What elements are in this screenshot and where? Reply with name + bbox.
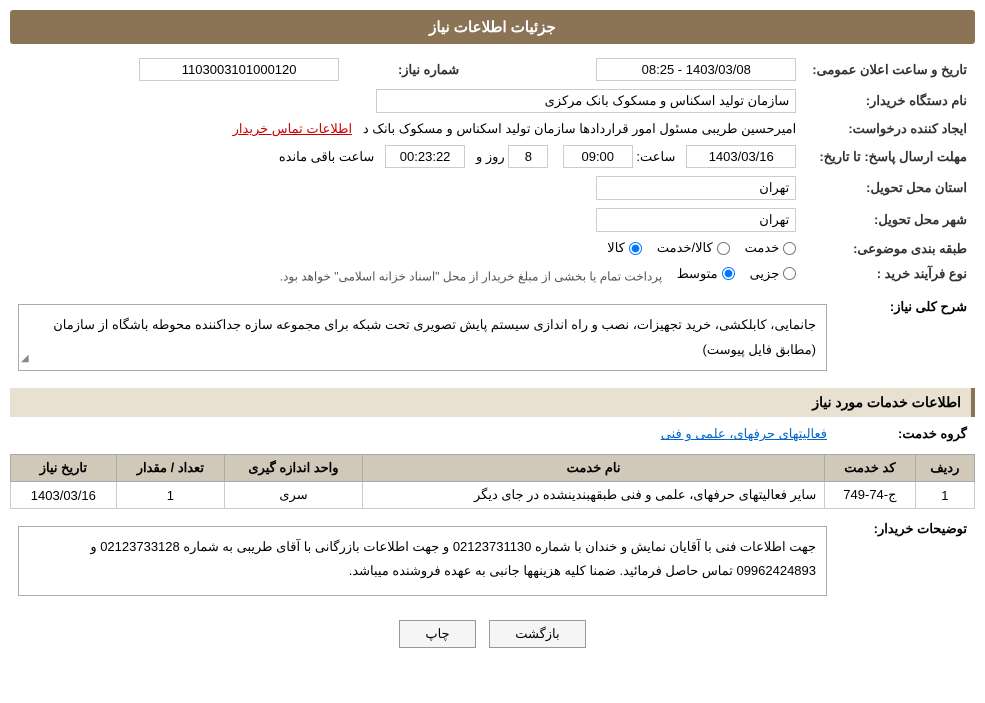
purchase-type-cell: جزیی متوسط پرداخت تمام یا بخشی از مبلغ خ… [10, 262, 804, 288]
announce-label: تاریخ و ساعت اعلان عمومی: [804, 54, 975, 85]
buyer-org-cell: سازمان تولید اسکناس و مسکوک بانک مرکزی [10, 85, 804, 117]
announce-date: 1403/03/08 - 08:25 [596, 58, 796, 81]
purchase-option-medium[interactable]: متوسط [677, 266, 735, 282]
deadline-days-label: روز و [476, 149, 505, 164]
category-label-service: خدمت [745, 240, 780, 256]
need-desc-text: جانمایی، کابلکشی، خرید تجهیزات، نصب و را… [18, 304, 827, 371]
deadline-cell: 1403/03/16 ساعت: 09:00 8 روز و 00:23:22 … [10, 141, 804, 172]
purchase-label-partial: جزیی [750, 266, 780, 282]
need-desc-label: شرح کلی نیاز: [835, 295, 975, 380]
need-number-cell: 1103003101000120 [10, 54, 347, 85]
services-section-title: اطلاعات خدمات مورد نیاز [10, 388, 975, 417]
category-label-goods: کالا [607, 240, 625, 256]
purchase-radio-group: جزیی متوسط [677, 266, 797, 282]
services-table: ردیف کد خدمت نام خدمت واحد اندازه گیری ت… [10, 454, 975, 509]
cell-rownum: 1 [915, 482, 974, 509]
purchase-label-medium: متوسط [677, 266, 718, 282]
table-row: 1 ج-74-749 سایر فعالیتهای حرفهای، علمی و… [11, 482, 975, 509]
col-header-code: کد خدمت [825, 455, 915, 482]
deadline-date: 1403/03/16 [686, 145, 796, 168]
buyer-notes-text: جهت اطلاعات فنی با آقایان نمایش و خندان … [18, 526, 827, 596]
creator-cell: امیرحسین طریبی مسئول امور قراردادها سازم… [10, 117, 804, 141]
buyer-notes-label: توضیحات خریدار: [835, 517, 975, 605]
buyer-org-label: نام دستگاه خریدار: [804, 85, 975, 117]
col-header-qty: تعداد / مقدار [116, 455, 224, 482]
col-header-name: نام خدمت [362, 455, 824, 482]
col-header-unit: واحد اندازه گیری [225, 455, 363, 482]
category-cell: خدمت کالا/خدمت کالا [10, 236, 804, 262]
cell-qty: 1 [116, 482, 224, 509]
city-label: شهر محل تحویل: [804, 204, 975, 236]
purchase-radio-medium[interactable] [722, 267, 735, 280]
purchase-radio-partial[interactable] [783, 267, 796, 280]
service-group-label: گروه خدمت: [835, 422, 975, 446]
service-group-value[interactable]: فعالیتهای حرفهای، علمی و فنی [661, 426, 827, 441]
print-button[interactable]: چاپ [399, 620, 475, 648]
buyer-notes-cell: جهت اطلاعات فنی با آقایان نمایش و خندان … [10, 517, 835, 605]
category-option-goods[interactable]: کالا [607, 240, 642, 256]
col-header-date: تاریخ نیاز [11, 455, 117, 482]
col-header-rownum: ردیف [915, 455, 974, 482]
province-cell: تهران [10, 172, 804, 204]
button-bar: بازگشت چاپ [10, 620, 975, 648]
category-option-goods-service[interactable]: کالا/خدمت [657, 240, 730, 256]
back-button[interactable]: بازگشت [489, 620, 585, 648]
category-radio-service[interactable] [783, 242, 796, 255]
creator-label: ایجاد کننده درخواست: [804, 117, 975, 141]
page-title: جزئیات اطلاعات نیاز [10, 10, 975, 44]
deadline-time: 09:00 [563, 145, 633, 168]
deadline-remain-label: ساعت باقی مانده [279, 149, 374, 164]
cell-date: 1403/03/16 [11, 482, 117, 509]
category-radio-goods-service[interactable] [717, 242, 730, 255]
deadline-label: مهلت ارسال پاسخ: تا تاریخ: [804, 141, 975, 172]
deadline-time-label: ساعت: [636, 149, 675, 164]
cell-name: سایر فعالیتهای حرفهای، علمی و فنی طبقهبن… [362, 482, 824, 509]
buyer-org-value: سازمان تولید اسکناس و مسکوک بانک مرکزی [376, 89, 796, 113]
announce-value-cell: 1403/03/08 - 08:25 [467, 54, 804, 85]
category-label-goods-service: کالا/خدمت [657, 240, 713, 256]
category-radio-group: خدمت کالا/خدمت کالا [607, 240, 796, 256]
purchase-type-label: نوع فرآیند خرید : [804, 262, 975, 288]
need-desc-cell: جانمایی، کابلکشی، خرید تجهیزات، نصب و را… [10, 295, 835, 380]
cell-unit: سری [225, 482, 363, 509]
deadline-days: 8 [508, 145, 548, 168]
service-group-cell: فعالیتهای حرفهای، علمی و فنی [10, 422, 835, 446]
cell-code: ج-74-749 [825, 482, 915, 509]
city-value: تهران [596, 208, 796, 232]
province-label: استان محل تحویل: [804, 172, 975, 204]
category-radio-goods[interactable] [629, 242, 642, 255]
creator-value: امیرحسین طریبی مسئول امور قراردادها سازم… [363, 121, 796, 136]
category-label: طبقه بندی موضوعی: [804, 236, 975, 262]
creator-contact-link[interactable]: اطلاعات تماس خریدار [233, 121, 352, 136]
purchase-note: پرداخت تمام یا بخشی از مبلغ خریدار از مح… [280, 269, 663, 283]
need-number-value: 1103003101000120 [139, 58, 339, 81]
deadline-remain: 00:23:22 [385, 145, 465, 168]
purchase-option-partial[interactable]: جزیی [750, 266, 797, 282]
city-cell: تهران [10, 204, 804, 236]
need-number-label: شماره نیاز: [347, 54, 467, 85]
category-option-service[interactable]: خدمت [745, 240, 797, 256]
province-value: تهران [596, 176, 796, 200]
